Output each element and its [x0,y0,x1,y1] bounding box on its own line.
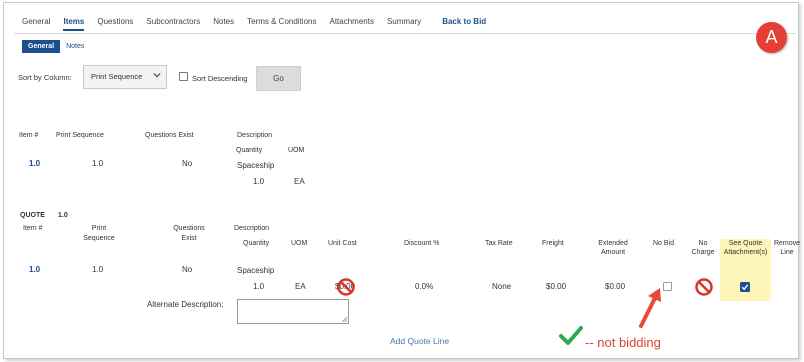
resize-handle-icon[interactable] [341,316,347,322]
alternate-description-label: Alternate Description: [147,300,224,309]
quote-number: 1.0 [58,212,68,219]
item-quantity: 1.0 [253,177,265,186]
tab-terms-conditions[interactable]: Terms & Conditions [247,17,316,31]
quote-col-extended-header-1: Extended [598,240,628,247]
col-print-seq-header: Print Sequence [56,132,104,139]
quote-col-unit-cost-header: Unit Cost [328,240,357,247]
quote-col-tax-rate-header: Tax Rate [485,240,513,247]
top-tab-bar: General Items Questions Subcontractors N… [22,17,499,31]
tab-divider [14,33,796,34]
tab-subcontractors[interactable]: Subcontractors [146,17,200,31]
tab-attachments[interactable]: Attachments [329,17,373,31]
go-button[interactable]: Go [256,66,301,91]
add-quote-line-link[interactable]: Add Quote Line [390,336,449,346]
quote-col-questions-header-2: Exist [181,235,197,242]
sort-descending-checkbox[interactable] [179,72,188,81]
quote-freight[interactable]: $0.00 [546,282,566,291]
quote-col-item-header: Item # [23,225,43,232]
quote-item-number-link[interactable]: 1.0 [29,265,40,274]
quote-col-remove-header-2: Line [780,249,794,256]
quote-label: QUOTE [20,212,45,219]
col-uom-header: UOM [288,147,305,154]
subtab-notes[interactable]: Notes [60,40,90,53]
quote-discount[interactable]: 0.0% [415,282,433,291]
chevron-down-icon [153,72,161,78]
col-quantity-header: Quantity [236,147,263,154]
quote-col-see-quote-header-1: See Quote [728,240,763,247]
quote-col-questions-header-1: Questions [173,225,205,232]
not-bidding-annotation: -- not bidding [585,335,661,350]
alternate-description-input[interactable] [237,299,349,324]
tab-general[interactable]: General [22,17,50,31]
quote-col-no-charge-header-2: Charge [691,249,715,256]
back-to-bid-link[interactable]: Back to Bid [442,17,486,31]
quote-col-see-quote-header-2: Attachment(s) [723,249,768,256]
item-description: Spaceship [237,161,275,170]
item-uom: EA [294,177,305,186]
item-number-link[interactable]: 1.0 [29,159,40,168]
tab-summary[interactable]: Summary [387,17,421,31]
quote-quantity: 1.0 [253,282,265,291]
quote-col-extended-header-2: Amount [600,249,626,256]
bid-items-panel: General Items Questions Subcontractors N… [3,2,800,359]
arrow-icon [639,288,661,328]
quote-col-discount-header: Discount % [404,240,440,247]
tab-questions[interactable]: Questions [97,17,133,31]
quote-col-quantity-header: Quantity [243,240,270,247]
quote-col-print-header-2: Sequence [83,235,115,242]
sort-by-label: Sort by Column: [18,73,72,82]
tab-notes[interactable]: Notes [213,17,234,31]
quote-print-sequence: 1.0 [92,265,104,274]
col-description-header: Description [237,132,273,139]
col-questions-header: Questions Exist [145,132,194,139]
quote-col-no-bid-header: No Bid [653,240,675,247]
tab-items[interactable]: Items [63,17,85,31]
quote-questions-exist: No [182,265,193,274]
see-quote-checkbox[interactable] [740,282,750,292]
item-questions-exist: No [182,159,193,168]
no-bid-checkbox[interactable] [663,282,672,291]
prohibited-icon [695,278,713,296]
quote-col-remove-header-1: Remove [773,240,801,247]
item-print-sequence: 1.0 [92,159,104,168]
quote-col-freight-header: Freight [542,240,564,247]
sort-descending-label: Sort Descending [192,74,248,83]
subtab-general[interactable]: General [22,40,61,53]
col-item-header: Item # [19,132,39,139]
green-check-icon [559,326,583,345]
quote-description: Spaceship [237,266,275,275]
sort-column-select[interactable]: Print Sequence [83,65,167,89]
quote-extended-amount: $0.00 [605,282,626,291]
quote-col-uom-header: UOM [291,240,308,247]
prohibited-icon [337,278,355,296]
quote-col-no-charge-header-1: No [698,240,708,247]
sub-tab-bar: General Notes [22,40,90,53]
annotation-badge: A [756,22,787,53]
quote-col-print-header-1: Print [91,225,107,232]
quote-uom: EA [295,282,306,291]
sort-column-value: Print Sequence [91,72,143,81]
quote-col-description-header: Description [234,225,270,232]
quote-tax-rate[interactable]: None [492,282,511,291]
